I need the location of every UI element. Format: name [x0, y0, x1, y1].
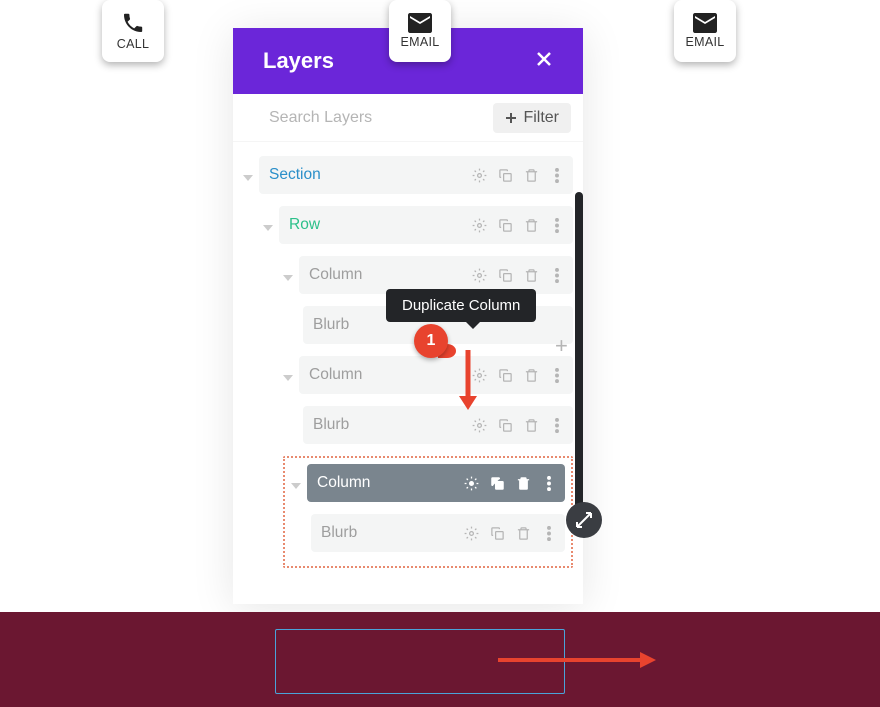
- more-icon[interactable]: [549, 417, 565, 433]
- tree-row-blurb[interactable]: Blurb: [243, 406, 573, 450]
- layer-label: Section: [269, 166, 321, 184]
- trash-icon[interactable]: [523, 217, 539, 233]
- more-icon[interactable]: [549, 367, 565, 383]
- tree-row-blurb[interactable]: Blurb: [291, 514, 565, 558]
- layer-label: Blurb: [313, 416, 349, 434]
- layer-label: Row: [289, 216, 320, 234]
- duplicate-tooltip: Duplicate Column: [386, 289, 536, 322]
- close-icon[interactable]: [535, 50, 553, 73]
- scrollbar[interactable]: [575, 192, 583, 512]
- duplicate-icon[interactable]: [497, 267, 513, 283]
- panel-title: Layers: [263, 48, 334, 74]
- duplicate-icon[interactable]: [497, 367, 513, 383]
- more-icon[interactable]: [541, 475, 557, 491]
- gear-icon[interactable]: [471, 167, 487, 183]
- layer-label: Blurb: [313, 316, 349, 334]
- chevron-down-icon[interactable]: [283, 275, 293, 281]
- filter-button[interactable]: Filter: [493, 103, 571, 133]
- gear-icon[interactable]: [463, 525, 479, 541]
- cta-label: CALL: [117, 37, 149, 51]
- layer-label: Column: [309, 366, 362, 384]
- resize-handle-icon[interactable]: [566, 502, 602, 538]
- layer-tree: Section Row: [233, 142, 583, 604]
- duplicate-icon[interactable]: [497, 167, 513, 183]
- chevron-down-icon[interactable]: [283, 375, 293, 381]
- layer-label: Column: [309, 266, 362, 284]
- trash-icon[interactable]: [523, 417, 539, 433]
- duplicate-icon[interactable]: [497, 217, 513, 233]
- email-button-duplicate[interactable]: EMAIL: [674, 0, 736, 62]
- tree-row-section[interactable]: Section: [243, 156, 573, 200]
- layer-actions: [471, 167, 565, 183]
- layer-actions: [463, 525, 557, 541]
- gear-icon[interactable]: [471, 267, 487, 283]
- more-icon[interactable]: [549, 267, 565, 283]
- gear-icon[interactable]: [471, 217, 487, 233]
- layer-actions: [471, 417, 565, 433]
- annotation-arrow-down: [458, 350, 478, 412]
- cta-label: EMAIL: [400, 35, 439, 49]
- email-button[interactable]: EMAIL: [389, 0, 451, 62]
- step-marker: 1: [414, 324, 448, 358]
- chevron-down-icon[interactable]: [263, 225, 273, 231]
- layer-actions: [471, 367, 565, 383]
- gear-icon[interactable]: [463, 475, 479, 491]
- duplicate-icon[interactable]: [489, 475, 505, 491]
- tree-row-row[interactable]: Row: [243, 206, 573, 250]
- gear-icon[interactable]: [471, 417, 487, 433]
- trash-icon[interactable]: [523, 167, 539, 183]
- cta-label: EMAIL: [685, 35, 724, 49]
- filter-label: Filter: [523, 109, 559, 127]
- trash-icon[interactable]: [523, 367, 539, 383]
- chevron-down-icon[interactable]: [291, 483, 301, 489]
- add-layer-icon[interactable]: +: [555, 333, 568, 359]
- layer-actions: [471, 267, 565, 283]
- annotation-arrow-right: [498, 650, 658, 670]
- search-input[interactable]: [269, 109, 429, 127]
- layer-actions: [471, 217, 565, 233]
- more-icon[interactable]: [541, 525, 557, 541]
- trash-icon[interactable]: [515, 525, 531, 541]
- duplicate-icon[interactable]: [489, 525, 505, 541]
- duplicate-icon[interactable]: [497, 417, 513, 433]
- tree-row-column-active[interactable]: Column: [243, 356, 573, 400]
- layer-label: Blurb: [321, 524, 357, 542]
- trash-icon[interactable]: [515, 475, 531, 491]
- envelope-icon: [408, 13, 432, 33]
- layer-label: Column: [317, 474, 370, 492]
- more-icon[interactable]: [549, 167, 565, 183]
- layer-actions: [463, 475, 557, 491]
- more-icon[interactable]: [549, 217, 565, 233]
- tree-row-column-selected[interactable]: Column: [291, 464, 565, 508]
- duplicated-target-outline: Column Blurb: [283, 456, 573, 568]
- envelope-icon: [693, 13, 717, 33]
- chevron-down-icon[interactable]: [243, 175, 253, 181]
- trash-icon[interactable]: [523, 267, 539, 283]
- call-button[interactable]: CALL: [102, 0, 164, 62]
- search-bar: Filter: [233, 94, 583, 142]
- phone-icon: [121, 11, 145, 35]
